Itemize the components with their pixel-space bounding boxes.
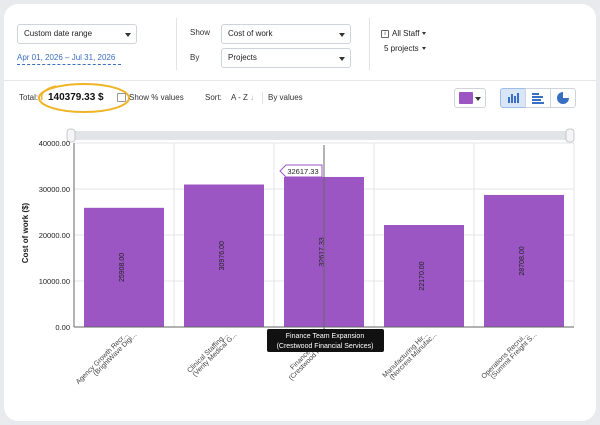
- horizontal-bar-view-button[interactable]: [525, 88, 551, 108]
- by-label: By: [190, 53, 200, 62]
- x-tick-label: Clinical Staffing...: [186, 331, 229, 374]
- color-swatch: [459, 92, 473, 104]
- y-tick-label: 10000.00: [39, 277, 70, 286]
- category-tooltip-line2: (Crestwood Financial Services): [277, 343, 374, 350]
- sort-by-values-button[interactable]: By values: [268, 93, 303, 102]
- report-card: Custom date range Apr 01, 2026 – Jul 31,…: [4, 4, 596, 421]
- sort-arrow-icon: ↓: [250, 93, 255, 102]
- x-tick-label: (BrightWave Digi...: [92, 331, 138, 377]
- chevron-down-icon: [339, 57, 345, 61]
- divider: [262, 92, 263, 104]
- x-tick-label: Agency Growth Recr...: [75, 331, 130, 386]
- sort-az-label: A - Z: [231, 93, 248, 102]
- range-slider-handle-right[interactable]: [565, 128, 575, 143]
- pie-chart-view-button[interactable]: [550, 88, 576, 108]
- bar-value-label: 25908.00: [119, 253, 126, 282]
- bar-value-label: 28708.00: [519, 246, 526, 275]
- date-from: Apr 01, 2026: [17, 53, 63, 62]
- projects-filter-label: 5 projects: [384, 44, 419, 53]
- category-tooltip-line1: Finance Team Expansion: [286, 333, 365, 340]
- bar-chart: Cost of work ($) 0.00 10000.00 20000.00 300…: [21, 128, 575, 386]
- date-range-link[interactable]: Apr 01, 2026 – Jul 31, 2026: [17, 53, 115, 62]
- divider: [176, 18, 177, 70]
- y-tick-label: 40000.00: [39, 139, 70, 148]
- date-to: Jul 31, 2026: [71, 53, 116, 62]
- horizontal-bar-chart-icon: [532, 93, 544, 104]
- x-tick-label: Operations Recrui...: [480, 331, 529, 380]
- bar-color-picker[interactable]: [454, 88, 486, 108]
- date-range-value: Custom date range: [24, 29, 93, 38]
- y-tick-label: 20000.00: [39, 231, 70, 240]
- y-tick-label: 0.00: [55, 323, 70, 332]
- bar-value-label: 22170.00: [419, 261, 426, 290]
- staff-filter-label: All Staff: [392, 29, 420, 38]
- staff-filter[interactable]: i All Staff: [381, 29, 427, 38]
- divider: [369, 18, 370, 70]
- y-axis-ticks: 0.00 10000.00 20000.00 30000.00 40000.00: [39, 139, 70, 332]
- projects-filter[interactable]: 5 projects: [384, 44, 426, 53]
- bar-chart-icon: [508, 93, 519, 103]
- value-tooltip: 32617.33: [279, 164, 323, 178]
- show-label: Show: [190, 28, 211, 37]
- range-slider-track[interactable]: [71, 131, 574, 140]
- bar-value-label: 30976.00: [219, 241, 226, 270]
- show-select-value: Cost of work: [228, 29, 273, 38]
- by-select[interactable]: Projects: [221, 48, 351, 68]
- y-tick-label: 30000.00: [39, 185, 70, 194]
- chevron-down-icon: [421, 47, 426, 51]
- by-select-value: Projects: [228, 53, 257, 62]
- category-tooltip: Finance Team Expansion (Crestwood Financ…: [267, 329, 384, 352]
- x-tick-label: (Norcrest Manufac...: [389, 331, 439, 381]
- x-tick-label: (Summit Freight S...: [489, 331, 538, 380]
- pie-chart-icon: [557, 92, 569, 104]
- chevron-down-icon: [422, 32, 427, 36]
- x-tick-label: (Verity Medical G...: [192, 331, 239, 378]
- date-range-select[interactable]: Custom date range: [17, 24, 137, 44]
- date-separator: –: [65, 53, 70, 62]
- chevron-down-icon: [475, 97, 481, 101]
- bar-value-label: 32617.33: [319, 237, 326, 266]
- show-percent-label: Show % values: [129, 93, 184, 102]
- sort-az-button[interactable]: A - Z ↓: [231, 93, 254, 102]
- date-range-underline: [17, 64, 121, 65]
- x-tick-label: Manufacturing Hir...: [382, 331, 430, 379]
- chevron-down-icon: [339, 33, 345, 37]
- sort-label: Sort:: [205, 93, 222, 102]
- chevron-down-icon: [125, 33, 131, 37]
- show-select[interactable]: Cost of work: [221, 24, 351, 44]
- y-axis-title: Cost of work ($): [21, 202, 30, 263]
- bar-chart-view-button[interactable]: [500, 88, 526, 108]
- value-tooltip-text: 32617.33: [287, 167, 318, 176]
- info-icon: i: [381, 29, 389, 38]
- show-percent-checkbox[interactable]: [117, 93, 126, 102]
